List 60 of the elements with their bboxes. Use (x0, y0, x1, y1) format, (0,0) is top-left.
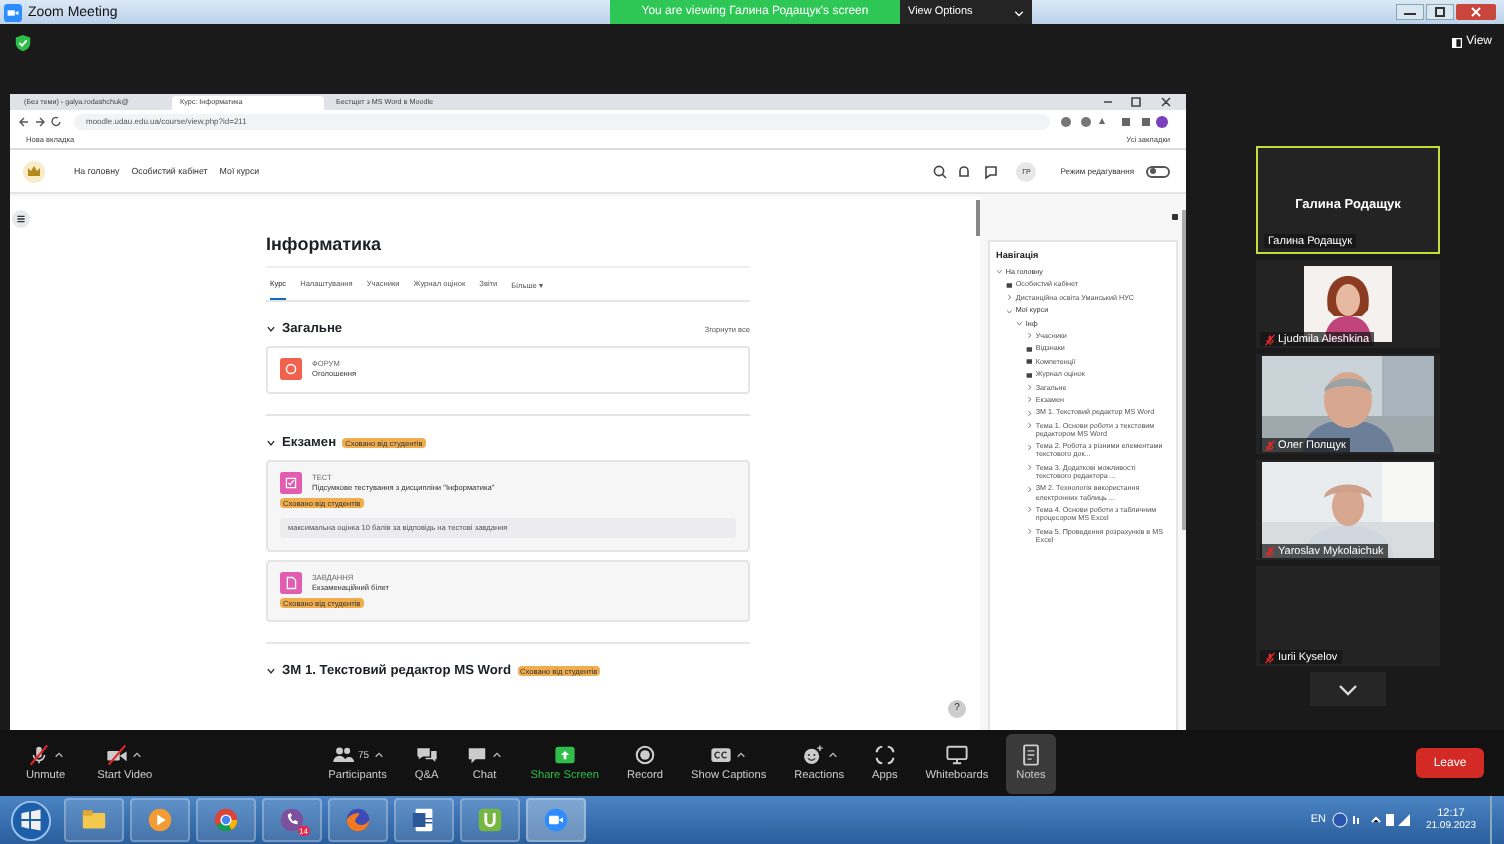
start-orb-icon[interactable] (10, 799, 52, 841)
caret-right-icon[interactable] (1026, 464, 1033, 472)
caret-right-icon[interactable] (1026, 332, 1033, 340)
checkbox-icon (280, 472, 302, 494)
document-icon (410, 806, 438, 834)
chevron-icon[interactable] (266, 438, 276, 448)
tray-icons[interactable] (1331, 810, 1412, 830)
taskbar-app[interactable] (64, 798, 124, 842)
chevron-icon[interactable] (266, 666, 276, 677)
caret-right-icon[interactable] (1026, 409, 1033, 417)
folder-icon (80, 806, 108, 834)
whiteboard-icon (945, 744, 968, 766)
caret-right-icon[interactable] (1026, 443, 1033, 451)
fox-globe-icon (344, 806, 372, 834)
apps-icon (873, 744, 896, 766)
captions-icon (710, 744, 733, 766)
document-icon (280, 572, 302, 595)
caret-up-icon[interactable] (736, 750, 747, 760)
course-title: Інформатика (266, 234, 750, 268)
speech-bubble-icon (280, 358, 302, 380)
torrent-icon (476, 806, 504, 834)
caret-up-icon[interactable] (53, 750, 64, 760)
scrollbar[interactable] (976, 200, 980, 236)
browser-circle-icon (212, 806, 240, 834)
item-icon (1006, 281, 1013, 289)
menu-icon[interactable] (12, 210, 30, 228)
caret-up-icon[interactable] (132, 750, 143, 760)
crest-logo-icon[interactable] (22, 159, 46, 183)
share-screen-icon (553, 744, 576, 766)
smiley-icon (801, 744, 824, 766)
caret-right-icon[interactable] (1006, 294, 1013, 302)
speech-bubbles-icon (415, 744, 438, 766)
play-icon (146, 806, 174, 834)
chat-icon (466, 744, 489, 766)
caret-right-icon[interactable] (1026, 396, 1033, 404)
caret-right-icon[interactable] (1026, 383, 1033, 391)
notes-icon (1019, 744, 1042, 766)
chevron-icon[interactable] (266, 324, 276, 334)
minimize-icon[interactable] (1396, 4, 1424, 20)
taskbar-app[interactable] (460, 798, 520, 842)
video-camera-icon (542, 806, 570, 834)
taskbar-app[interactable] (394, 798, 454, 842)
caret-icon (1014, 7, 1024, 17)
camera-logo-icon (4, 3, 22, 21)
taskbar-app[interactable] (328, 798, 388, 842)
caret-up-icon[interactable] (827, 750, 838, 760)
record-icon (633, 744, 656, 766)
grid-view-icon (1452, 37, 1463, 47)
caret-down-icon[interactable] (1006, 307, 1013, 314)
people-icon (332, 744, 354, 766)
maximize-icon[interactable] (1426, 4, 1454, 20)
edit-mode-toggle[interactable] (1146, 165, 1170, 177)
caret-up-icon[interactable] (492, 750, 503, 760)
taskbar-app[interactable] (526, 798, 586, 842)
navigation-arrows-icon[interactable] (18, 113, 66, 129)
caret-up-icon[interactable] (373, 750, 384, 760)
phone-bubble-icon (278, 806, 306, 834)
caret-right-icon[interactable] (1026, 506, 1033, 514)
shield-icon[interactable] (14, 34, 32, 52)
caret-right-icon[interactable] (1026, 485, 1033, 493)
